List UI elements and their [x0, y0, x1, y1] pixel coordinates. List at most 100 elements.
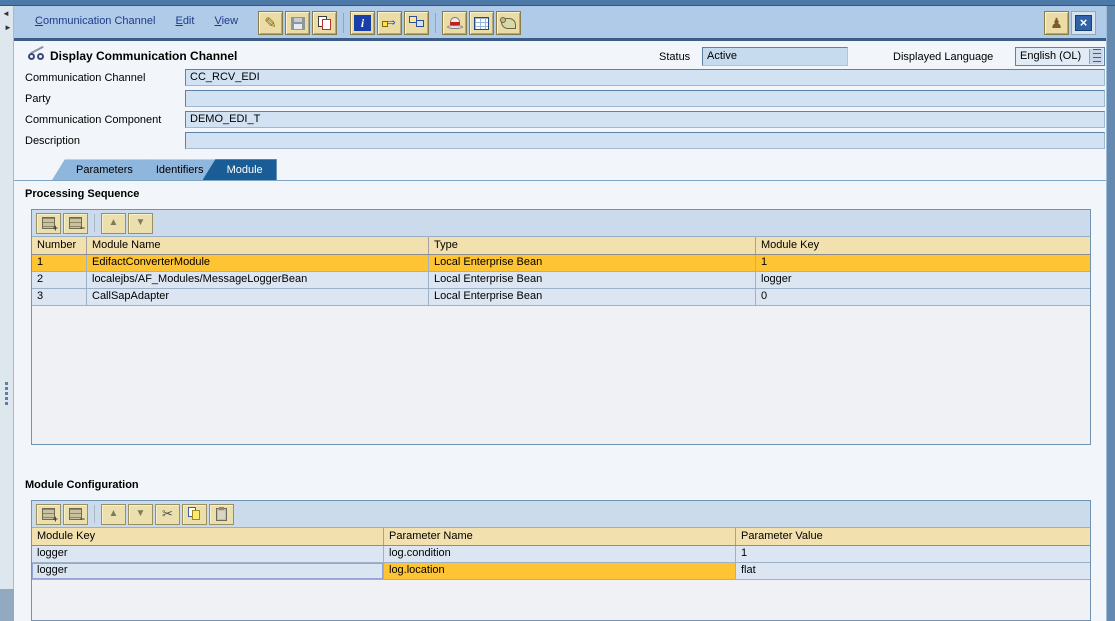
cell-type[interactable]: Local Enterprise Bean [429, 289, 756, 305]
tab-module[interactable]: Module [203, 159, 277, 180]
copy-object-button[interactable] [312, 11, 337, 35]
column-header-module-key[interactable]: Module Key [756, 237, 1090, 254]
close-icon: × [1075, 15, 1092, 31]
delete-row-icon: − [69, 508, 82, 520]
column-header-parameter-name[interactable]: Parameter Name [384, 528, 736, 545]
window-right-frame [1106, 6, 1115, 621]
insert-row-button[interactable]: + [36, 504, 61, 525]
menu-edit[interactable]: Edit [175, 15, 194, 27]
menu-communication-channel[interactable]: Communication Channel [35, 15, 155, 27]
dropdown-icon[interactable] [1089, 49, 1103, 64]
insert-row-button[interactable]: + [36, 213, 61, 234]
table-row[interactable]: logger log.location flat [32, 563, 1090, 580]
description-field[interactable] [185, 132, 1105, 149]
cell-module-name[interactable]: CallSapAdapter [87, 289, 429, 305]
column-header-type[interactable]: Type [429, 237, 756, 254]
scroll-icon [501, 18, 516, 29]
module-configuration-toolbar: + − ▲ ▼ ✂ [32, 501, 1090, 528]
expand-right-icon[interactable]: ► [4, 23, 12, 33]
move-up-button[interactable]: ▲ [101, 504, 126, 525]
paste-button[interactable] [209, 504, 234, 525]
cell-number[interactable]: 3 [32, 289, 87, 305]
column-header-module-name[interactable]: Module Name [87, 237, 429, 254]
close-window-button[interactable]: × [1071, 11, 1096, 35]
cell-module-key[interactable]: 0 [756, 289, 1090, 305]
copy-icon [317, 16, 332, 31]
pawn-icon: ♟ [1050, 15, 1063, 31]
processing-sequence-table: + − ▲ ▼ Number Module Name Type Module K… [31, 209, 1091, 445]
tab-parameters[interactable]: Parameters [52, 159, 147, 180]
up-arrow-icon: ▲ [109, 508, 119, 520]
communication-channel-field[interactable]: CC_RCV_EDI [185, 69, 1105, 86]
left-panel-splitter[interactable]: ◄ ► [0, 6, 14, 621]
menu-items: Communication Channel Edit View [35, 15, 238, 27]
move-down-button[interactable]: ▼ [128, 504, 153, 525]
splitter-drag-handle[interactable] [5, 382, 8, 407]
where-used-button[interactable]: ⇒ [377, 11, 402, 35]
copy-rows-button[interactable] [182, 504, 207, 525]
cut-button[interactable]: ✂ [155, 504, 180, 525]
cell-module-key[interactable]: logger [32, 563, 384, 579]
cell-module-name[interactable]: EdifactConverterModule [87, 255, 429, 271]
display-change-toggle-button[interactable]: ✎ [258, 11, 283, 35]
displayed-language-select[interactable]: English (OL) [1015, 47, 1105, 66]
column-header-module-key[interactable]: Module Key [32, 528, 384, 545]
cell-parameter-value[interactable]: 1 [736, 546, 1090, 562]
administration-button[interactable] [442, 11, 467, 35]
processing-sequence-title: Processing Sequence [25, 188, 139, 200]
displayed-language-value: English (OL) [1020, 50, 1081, 62]
toolbar-separator [94, 505, 95, 523]
table-empty-area [32, 580, 1090, 620]
cell-number[interactable]: 1 [32, 255, 87, 271]
hat-icon [447, 17, 463, 30]
object-list-button[interactable] [469, 11, 494, 35]
down-arrow-icon: ▼ [136, 217, 146, 229]
splitter-bottom-frame [0, 589, 14, 621]
table-row[interactable]: 2 localejbs/AF_Modules/MessageLoggerBean… [32, 272, 1090, 289]
communication-channel-label: Communication Channel [25, 72, 145, 84]
where-used-icon: ⇒ [382, 16, 398, 30]
save-button[interactable] [285, 11, 310, 35]
move-up-button[interactable]: ▲ [101, 213, 126, 234]
log-button[interactable] [496, 11, 521, 35]
cell-type[interactable]: Local Enterprise Bean [429, 272, 756, 288]
cell-type[interactable]: Local Enterprise Bean [429, 255, 756, 271]
table-row[interactable]: 1 EdifactConverterModule Local Enterpris… [32, 255, 1090, 272]
status-field[interactable]: Active [702, 47, 848, 66]
cell-module-key[interactable]: 1 [756, 255, 1090, 271]
table-row[interactable]: logger log.condition 1 [32, 546, 1090, 563]
cell-module-key[interactable]: logger [32, 546, 384, 562]
cell-parameter-name[interactable]: log.condition [384, 546, 736, 562]
toolbar-separator [435, 13, 436, 33]
communication-component-field[interactable]: DEMO_EDI_T [185, 111, 1105, 128]
cell-module-key[interactable]: logger [756, 272, 1090, 288]
main-toolbar: ✎ i ⇒ [258, 11, 521, 35]
communication-component-label: Communication Component [25, 114, 161, 126]
menu-bar: Communication Channel Edit View ✎ i ⇒ [14, 6, 1106, 41]
cell-number[interactable]: 2 [32, 272, 87, 288]
insert-row-icon: + [42, 217, 55, 229]
table-empty-area [32, 306, 1090, 444]
column-header-parameter-value[interactable]: Parameter Value [736, 528, 1090, 545]
cell-parameter-value[interactable]: flat [736, 563, 1090, 579]
cell-parameter-name[interactable]: log.location [384, 563, 736, 579]
column-header-number[interactable]: Number [32, 237, 87, 254]
info-button[interactable]: i [350, 11, 375, 35]
relationships-icon [409, 16, 425, 30]
delete-row-button[interactable]: − [63, 213, 88, 234]
cell-module-name[interactable]: localejbs/AF_Modules/MessageLoggerBean [87, 272, 429, 288]
relationships-button[interactable] [404, 11, 429, 35]
pencil-icon: ✎ [264, 16, 277, 31]
module-configuration-table: + − ▲ ▼ ✂ Module Key Parameter [31, 500, 1091, 621]
clipboard-icon [216, 508, 227, 521]
menu-view[interactable]: View [214, 15, 238, 27]
collapse-left-icon[interactable]: ◄ [2, 9, 10, 19]
description-label: Description [25, 135, 80, 147]
save-floppy-icon [291, 17, 305, 30]
delete-row-button[interactable]: − [63, 504, 88, 525]
window-buttons: ♟ × [1044, 11, 1096, 35]
help-wizard-button[interactable]: ♟ [1044, 11, 1069, 35]
party-field[interactable] [185, 90, 1105, 107]
table-row[interactable]: 3 CallSapAdapter Local Enterprise Bean 0 [32, 289, 1090, 306]
move-down-button[interactable]: ▼ [128, 213, 153, 234]
